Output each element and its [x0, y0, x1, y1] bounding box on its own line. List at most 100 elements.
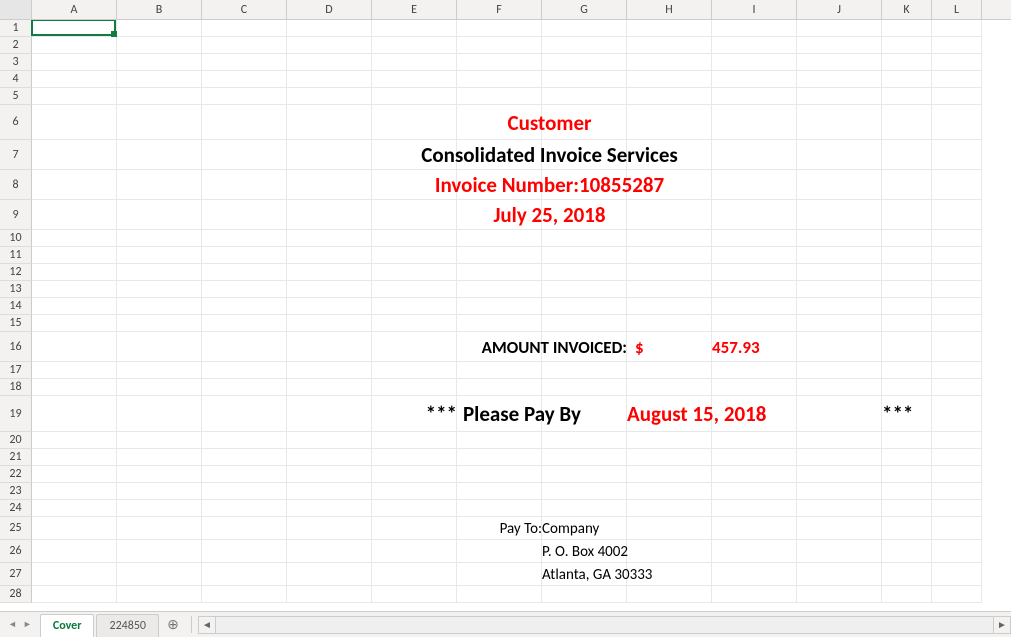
cell-E26[interactable]: [372, 540, 457, 563]
row-header-23[interactable]: 23: [0, 483, 32, 500]
cell-C21[interactable]: [202, 449, 287, 466]
cell-C10[interactable]: [202, 230, 287, 247]
cell-E17[interactable]: [372, 362, 457, 379]
cell-A28[interactable]: [32, 586, 117, 603]
cell-C18[interactable]: [202, 379, 287, 396]
cell-B3[interactable]: [117, 54, 202, 71]
cell-B23[interactable]: [117, 483, 202, 500]
cell-I3[interactable]: [712, 54, 797, 71]
cell-I15[interactable]: [712, 315, 797, 332]
column-header-K[interactable]: K: [882, 0, 932, 19]
cell-K26[interactable]: [882, 540, 932, 563]
cell-C26[interactable]: [202, 540, 287, 563]
cell-D4[interactable]: [287, 71, 372, 88]
cell-A13[interactable]: [32, 281, 117, 298]
cell-H13[interactable]: [627, 281, 712, 298]
cell-D9[interactable]: [287, 200, 372, 230]
cell-L15[interactable]: [932, 315, 982, 332]
row-header-8[interactable]: 8: [0, 170, 32, 200]
cell-H8[interactable]: [627, 170, 712, 200]
cell-E2[interactable]: [372, 37, 457, 54]
cell-K12[interactable]: [882, 264, 932, 281]
cell-C7[interactable]: [202, 140, 287, 170]
cell-J26[interactable]: [797, 540, 882, 563]
cell-C3[interactable]: [202, 54, 287, 71]
cell-A9[interactable]: [32, 200, 117, 230]
cell-K8[interactable]: [882, 170, 932, 200]
sheet-tab-224850[interactable]: 224850: [96, 614, 159, 637]
cell-D20[interactable]: [287, 432, 372, 449]
cell-A11[interactable]: [32, 247, 117, 264]
cell-I26[interactable]: [712, 540, 797, 563]
cell-D8[interactable]: [287, 170, 372, 200]
cell-K25[interactable]: [882, 517, 932, 540]
cell-K23[interactable]: [882, 483, 932, 500]
cell-G27[interactable]: [542, 563, 627, 586]
cell-E14[interactable]: [372, 298, 457, 315]
cell-J23[interactable]: [797, 483, 882, 500]
cell-G17[interactable]: [542, 362, 627, 379]
cell-J7[interactable]: [797, 140, 882, 170]
cell-F7[interactable]: [457, 140, 542, 170]
cell-E3[interactable]: [372, 54, 457, 71]
cell-L14[interactable]: [932, 298, 982, 315]
cell-L12[interactable]: [932, 264, 982, 281]
cell-I5[interactable]: [712, 88, 797, 105]
cell-A26[interactable]: [32, 540, 117, 563]
cell-F1[interactable]: [457, 20, 542, 37]
cell-D11[interactable]: [287, 247, 372, 264]
cell-A1[interactable]: [32, 20, 117, 37]
cell-D22[interactable]: [287, 466, 372, 483]
cell-J25[interactable]: [797, 517, 882, 540]
cell-K28[interactable]: [882, 586, 932, 603]
column-header-I[interactable]: I: [712, 0, 797, 19]
cell-E27[interactable]: [372, 563, 457, 586]
cell-I10[interactable]: [712, 230, 797, 247]
row-header-17[interactable]: 17: [0, 362, 32, 379]
row-header-28[interactable]: 28: [0, 586, 32, 603]
cell-B19[interactable]: [117, 396, 202, 432]
cell-G10[interactable]: [542, 230, 627, 247]
cell-G18[interactable]: [542, 379, 627, 396]
cell-B16[interactable]: [117, 332, 202, 362]
cell-G11[interactable]: [542, 247, 627, 264]
cell-K14[interactable]: [882, 298, 932, 315]
cell-K17[interactable]: [882, 362, 932, 379]
cell-I8[interactable]: [712, 170, 797, 200]
cell-B18[interactable]: [117, 379, 202, 396]
row-header-3[interactable]: 3: [0, 54, 32, 71]
column-header-E[interactable]: E: [372, 0, 457, 19]
cell-K2[interactable]: [882, 37, 932, 54]
cell-C12[interactable]: [202, 264, 287, 281]
cell-K19[interactable]: [882, 396, 932, 432]
cell-H23[interactable]: [627, 483, 712, 500]
cell-C16[interactable]: [202, 332, 287, 362]
cell-A23[interactable]: [32, 483, 117, 500]
cell-G2[interactable]: [542, 37, 627, 54]
cell-K21[interactable]: [882, 449, 932, 466]
cell-G9[interactable]: [542, 200, 627, 230]
row-header-11[interactable]: 11: [0, 247, 32, 264]
column-header-A[interactable]: A: [32, 0, 117, 19]
row-header-6[interactable]: 6: [0, 105, 32, 140]
cell-D13[interactable]: [287, 281, 372, 298]
cell-H9[interactable]: [627, 200, 712, 230]
column-header-L[interactable]: L: [932, 0, 982, 19]
hscroll-track[interactable]: [216, 616, 993, 634]
cell-H14[interactable]: [627, 298, 712, 315]
column-header-G[interactable]: G: [542, 0, 627, 19]
cell-L20[interactable]: [932, 432, 982, 449]
cell-F23[interactable]: [457, 483, 542, 500]
cell-B2[interactable]: [117, 37, 202, 54]
cell-I2[interactable]: [712, 37, 797, 54]
row-header-1[interactable]: 1: [0, 20, 32, 37]
cell-E10[interactable]: [372, 230, 457, 247]
cell-A18[interactable]: [32, 379, 117, 396]
cell-J27[interactable]: [797, 563, 882, 586]
cell-L6[interactable]: [932, 105, 982, 140]
cell-C4[interactable]: [202, 71, 287, 88]
sheet-tab-cover[interactable]: Cover: [40, 614, 95, 637]
cell-B8[interactable]: [117, 170, 202, 200]
cell-H4[interactable]: [627, 71, 712, 88]
cell-I6[interactable]: [712, 105, 797, 140]
